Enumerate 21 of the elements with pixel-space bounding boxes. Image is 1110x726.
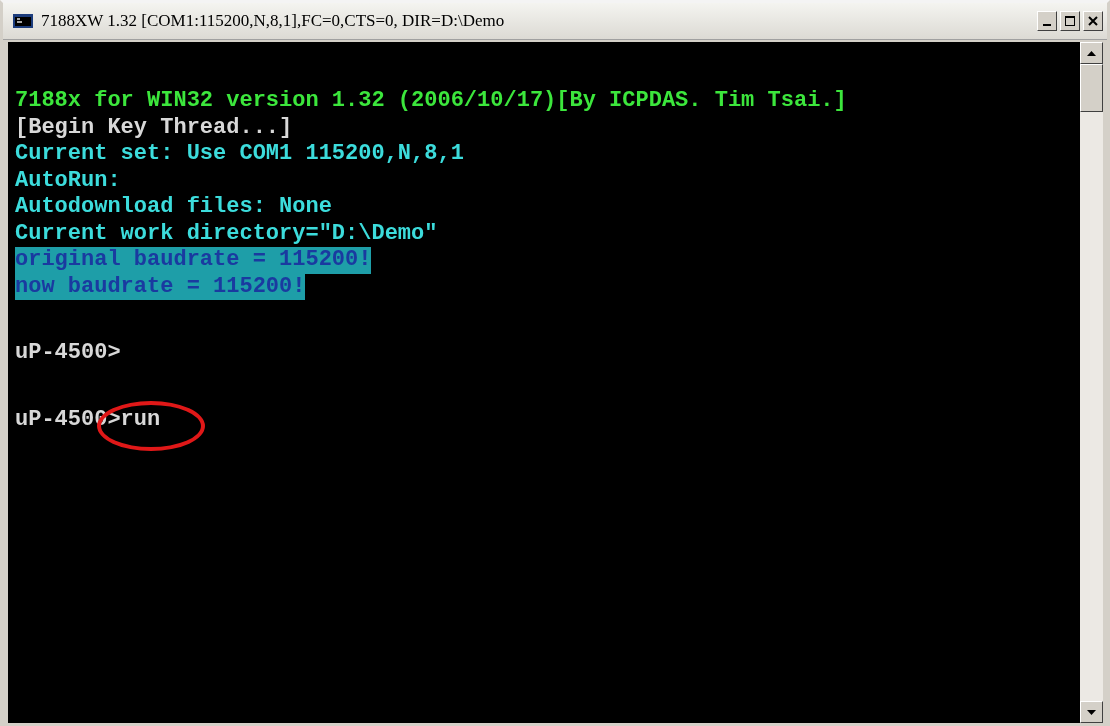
- console-app-icon: [13, 14, 33, 28]
- console-line: Autodownload files: None: [15, 194, 332, 221]
- console-line: Current set: Use COM1 115200,N,8,1: [15, 141, 464, 168]
- maximize-icon: [1064, 15, 1076, 27]
- console-line: AutoRun:: [15, 167, 121, 194]
- console-line: 7188x for WIN32 version 1.32 (2006/10/17)[By ICPDAS. Tim Tsai.]: [15, 88, 847, 115]
- close-icon: [1087, 15, 1099, 27]
- close-button[interactable]: [1083, 11, 1103, 31]
- console-line: [Begin Key Thread...]: [15, 114, 293, 141]
- minimize-icon: [1043, 24, 1051, 26]
- minimize-button[interactable]: [1037, 11, 1057, 31]
- window-title: 7188XW 1.32 [COM1:115200,N,8,1],FC=0,CTS=0, DIR=D:\Demo: [41, 11, 506, 31]
- down-arrow-icon: [1087, 709, 1096, 715]
- scrollbar-thumb[interactable]: [1080, 64, 1103, 112]
- scroll-down-button[interactable]: [1080, 701, 1103, 723]
- scroll-up-button[interactable]: [1080, 42, 1103, 64]
- console-line: Current work directory="D:\Demo": [15, 220, 438, 247]
- maximize-button[interactable]: [1060, 11, 1080, 31]
- up-arrow-icon: [1087, 50, 1096, 56]
- vertical-scrollbar[interactable]: [1080, 42, 1103, 723]
- console-line: uP-4500>: [15, 340, 121, 367]
